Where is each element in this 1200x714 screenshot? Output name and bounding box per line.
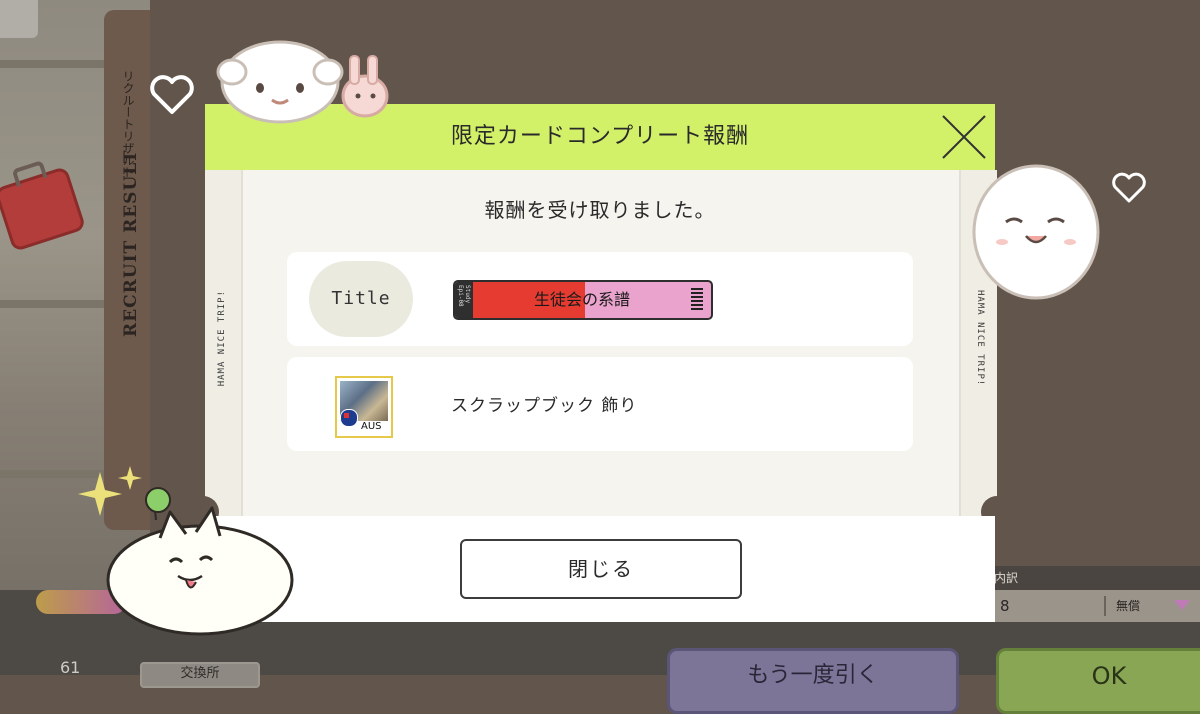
fluffy-dog-mascot-icon	[972, 164, 1100, 300]
strip-text-left: HAMA NICE TRIP!	[217, 290, 227, 387]
reward-type-label: Title	[309, 261, 413, 337]
sticker-label: AUS	[361, 421, 382, 432]
gem-icon	[1174, 600, 1190, 610]
flag-icon	[340, 409, 358, 427]
top-left-button[interactable]	[0, 0, 38, 38]
shelf	[0, 60, 110, 68]
barcode-icon	[691, 288, 703, 312]
exchange-button[interactable]: 交換所	[140, 662, 260, 688]
modal-subtitle: 報酬を受け取りました。	[484, 198, 716, 222]
draw-again-button[interactable]: もう一度引く	[667, 648, 959, 714]
reward-modal: 限定カードコンプリート報酬 HAMA NICE TRIP! HAMA NICE …	[203, 104, 997, 622]
breakdown-free-label: 無償	[1116, 599, 1141, 613]
breakdown-row: 8 無償	[994, 590, 1200, 622]
item-count: 61	[60, 658, 81, 677]
plate-text: 生徒会の系譜	[533, 290, 630, 309]
reward-row-item: AUS スクラップブック 飾り	[287, 357, 913, 451]
shelf	[0, 300, 110, 308]
breakdown-header: 内訳	[994, 566, 1200, 590]
recruit-result-en-label: RECRUIT RESULT	[121, 149, 141, 338]
title-plate: Study Epi-08 生徒会の系譜	[453, 280, 713, 320]
heart-icon	[150, 75, 194, 114]
breakdown-label: 内訳	[994, 571, 1019, 585]
dog-mascot-icon	[106, 487, 294, 636]
divider	[1104, 596, 1106, 616]
scrapbook-sticker-icon: AUS	[335, 376, 393, 438]
heart-icon	[1112, 172, 1146, 203]
reward-item-name: スクラップブック 飾り	[451, 396, 638, 416]
breakdown-value: 8	[1000, 597, 1010, 615]
reward-row-title: Title Study Epi-08 生徒会の系譜	[287, 252, 913, 346]
sheep-mascot-icon	[216, 40, 389, 124]
plate-side-text: Study Epi-08	[457, 285, 471, 307]
close-button[interactable]: 閉じる	[460, 539, 742, 599]
modal-footer: 閉じる	[205, 516, 995, 622]
ok-button[interactable]: OK	[996, 648, 1200, 714]
